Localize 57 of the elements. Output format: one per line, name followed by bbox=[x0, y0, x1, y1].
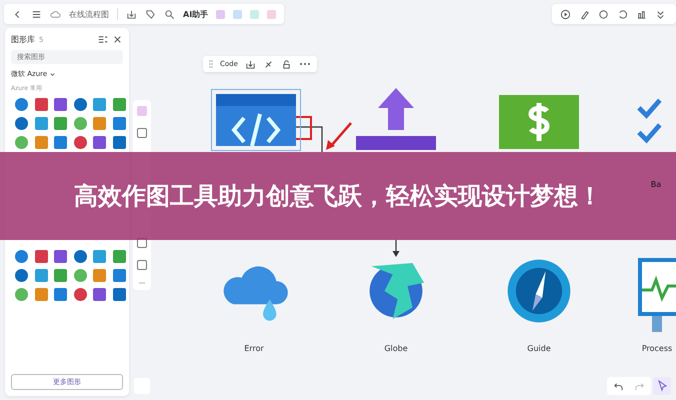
download-icon[interactable] bbox=[126, 8, 137, 20]
file-name[interactable]: 在线流程图 bbox=[69, 8, 109, 20]
banner-text: 高效作图工具助力创意飞跃，轻松实现设计梦想！ bbox=[73, 181, 603, 212]
shape-icon[interactable] bbox=[74, 117, 86, 130]
code-window-icon[interactable] bbox=[211, 89, 301, 151]
shape-icon[interactable] bbox=[74, 98, 86, 111]
download-icon[interactable] bbox=[244, 58, 256, 70]
upload-icon[interactable] bbox=[356, 88, 436, 150]
collapse-icon[interactable] bbox=[655, 8, 666, 20]
node-label: Ba bbox=[650, 180, 662, 189]
shape-icon[interactable] bbox=[74, 136, 86, 149]
node-label: Globe bbox=[384, 344, 408, 353]
node-label: Error bbox=[244, 344, 264, 353]
shape-icon[interactable] bbox=[112, 269, 126, 282]
shape-icon[interactable] bbox=[112, 250, 126, 263]
shape-icon[interactable] bbox=[34, 98, 48, 111]
shape-icon[interactable] bbox=[74, 288, 86, 301]
shape-icon[interactable] bbox=[112, 117, 126, 130]
shape-icon[interactable] bbox=[74, 250, 86, 263]
ai-assistant-button[interactable]: AI助手 bbox=[183, 8, 208, 20]
dollar-screen-icon[interactable] bbox=[499, 95, 579, 150]
select-tool-icon[interactable] bbox=[653, 377, 671, 395]
caret-icon[interactable] bbox=[49, 70, 56, 78]
search-icon[interactable] bbox=[164, 8, 175, 20]
connector-arrow bbox=[391, 240, 401, 258]
shape-icon[interactable] bbox=[15, 250, 28, 263]
menu-icon[interactable] bbox=[31, 8, 42, 20]
sort-icon[interactable] bbox=[97, 34, 108, 45]
shape-icon[interactable] bbox=[34, 136, 48, 149]
cloud-icon bbox=[50, 8, 61, 20]
lock-icon[interactable] bbox=[280, 58, 292, 70]
tag-icon[interactable] bbox=[145, 8, 156, 20]
more-icon[interactable] bbox=[298, 62, 311, 66]
node-label: Process bbox=[642, 344, 672, 353]
history-icon[interactable] bbox=[617, 8, 628, 20]
shape-icon[interactable] bbox=[34, 250, 48, 263]
drag-handle-icon[interactable] bbox=[209, 59, 213, 69]
chart-icon[interactable] bbox=[636, 8, 647, 20]
shape-icon[interactable] bbox=[74, 269, 86, 282]
panel-title: 图形库 bbox=[11, 34, 35, 45]
shape-icon[interactable] bbox=[34, 288, 48, 301]
shape-icon[interactable] bbox=[15, 269, 28, 282]
shape-icon[interactable] bbox=[15, 98, 28, 111]
shape-icon[interactable] bbox=[34, 269, 48, 282]
shape-icon[interactable] bbox=[15, 117, 28, 130]
undo-icon[interactable] bbox=[613, 380, 624, 392]
shape-icon[interactable] bbox=[15, 288, 28, 301]
shape-icon[interactable] bbox=[112, 288, 126, 301]
shape-icon[interactable] bbox=[112, 98, 126, 111]
pointer-arrow bbox=[323, 121, 353, 151]
play-icon[interactable] bbox=[560, 8, 571, 20]
shape-icon[interactable] bbox=[34, 117, 48, 130]
shape-icon[interactable] bbox=[15, 136, 28, 149]
node-label: Guide bbox=[527, 344, 551, 353]
close-icon[interactable] bbox=[112, 34, 123, 45]
brush-icon[interactable] bbox=[579, 8, 590, 20]
shape-icon[interactable] bbox=[112, 136, 126, 149]
